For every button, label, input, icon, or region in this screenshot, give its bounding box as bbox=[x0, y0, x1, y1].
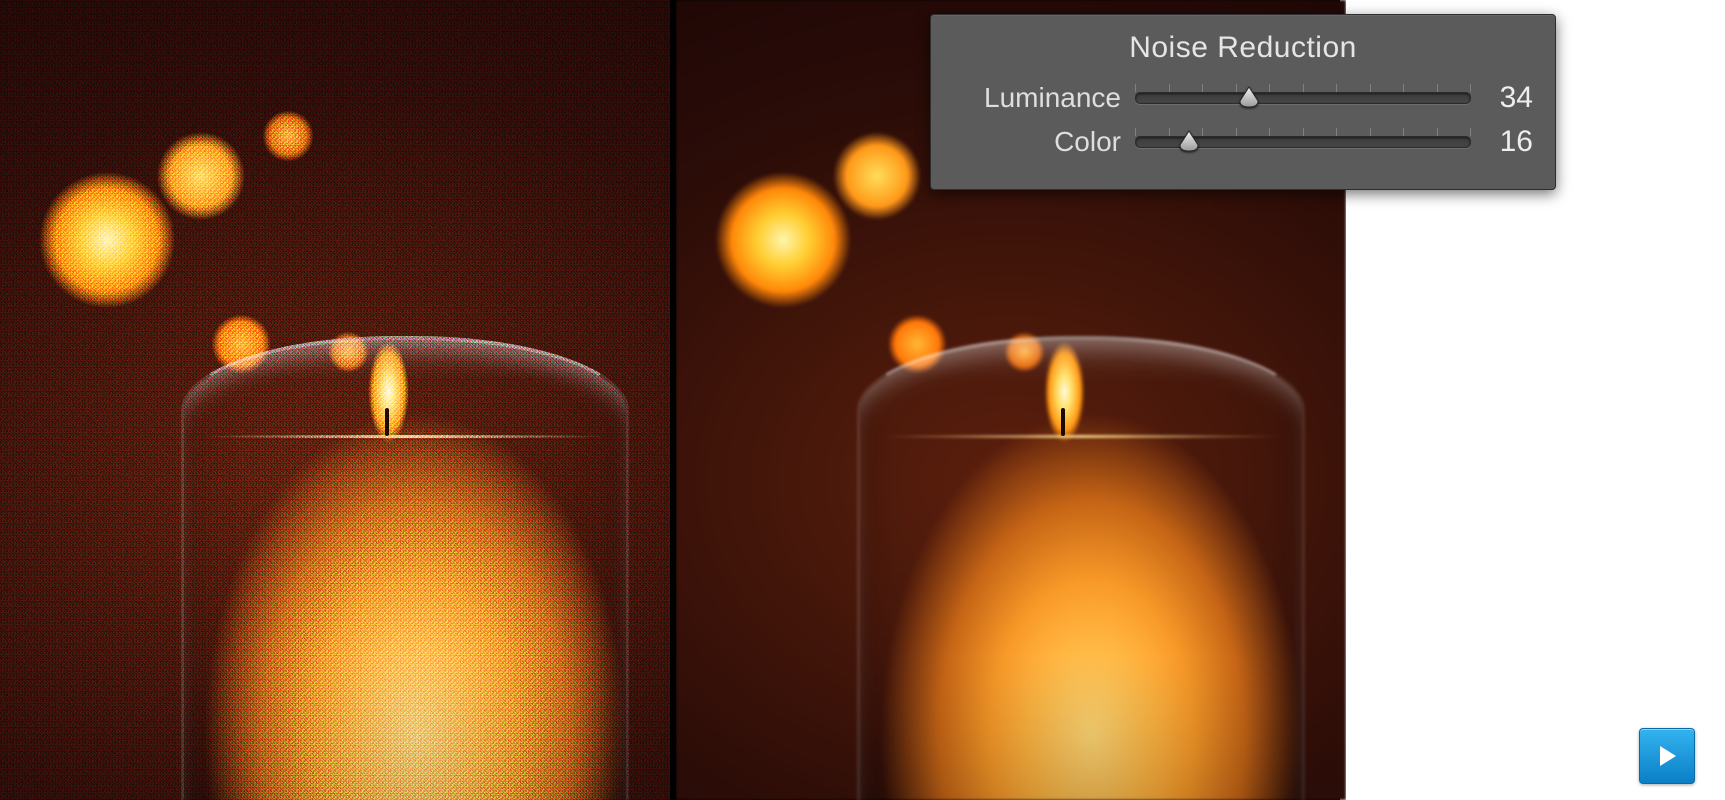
play-button[interactable] bbox=[1639, 728, 1695, 784]
color-label: Color bbox=[953, 126, 1121, 158]
before-pane bbox=[0, 0, 670, 800]
luminance-label: Luminance bbox=[953, 82, 1121, 114]
luminance-row: Luminance 34 bbox=[953, 81, 1533, 115]
luminance-slider[interactable] bbox=[1135, 81, 1471, 115]
panel-title: Noise Reduction bbox=[953, 31, 1533, 65]
color-row: Color 16 bbox=[953, 125, 1533, 159]
noise-reduction-panel: Noise Reduction Luminance 34 bbox=[930, 14, 1556, 190]
color-value[interactable]: 16 bbox=[1485, 125, 1533, 159]
luminance-value[interactable]: 34 bbox=[1485, 81, 1533, 115]
play-icon bbox=[1657, 745, 1677, 767]
color-slider[interactable] bbox=[1135, 125, 1471, 159]
